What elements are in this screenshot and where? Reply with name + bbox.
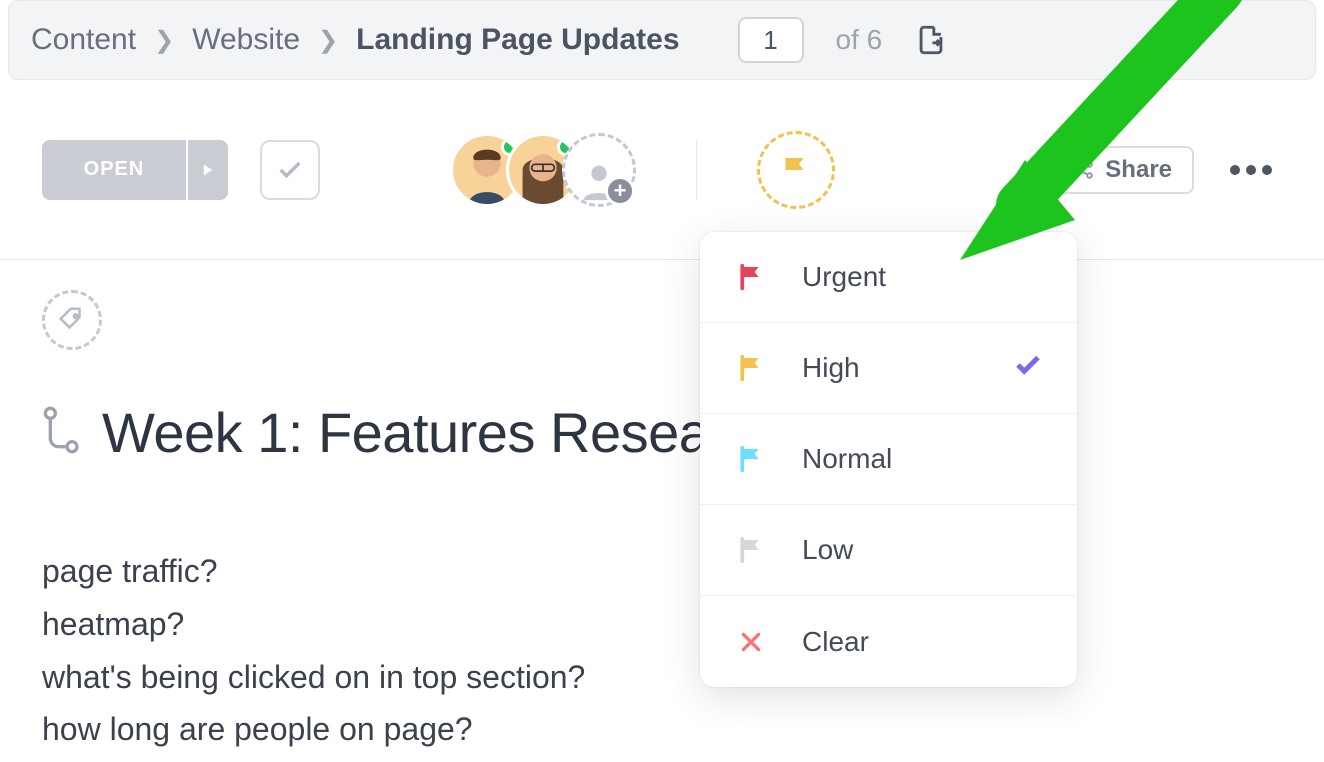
task-description[interactable]: page traffic? heatmap? what's being clic…: [42, 545, 1282, 756]
flag-icon: [734, 351, 768, 385]
flag-icon: [734, 442, 768, 476]
chevron-right-icon: ❯: [318, 26, 338, 55]
breadcrumb-item-1[interactable]: Website: [192, 23, 300, 57]
add-assignee-button[interactable]: +: [562, 133, 636, 207]
priority-option-label: Normal: [802, 443, 892, 475]
status-label: OPEN: [42, 140, 186, 200]
priority-option-high[interactable]: High: [700, 323, 1077, 414]
body-line: heatmap?: [42, 598, 1282, 651]
export-icon[interactable]: [914, 23, 948, 57]
chevron-right-icon: ❯: [154, 26, 174, 55]
priority-option-label: Clear: [802, 626, 869, 658]
status-dropdown-toggle[interactable]: [188, 140, 228, 200]
priority-option-label: Low: [802, 534, 853, 566]
priority-option-label: Urgent: [802, 261, 886, 293]
priority-option-normal[interactable]: Normal: [700, 414, 1077, 505]
priority-dropdown-menu: Urgent High Normal Low Clear: [700, 232, 1077, 687]
task-title[interactable]: Week 1: Features Resea: [102, 400, 709, 465]
body-line: what's being clicked on in top section?: [42, 651, 1282, 704]
priority-option-urgent[interactable]: Urgent: [700, 232, 1077, 323]
task-toolbar: OPEN + Share: [0, 80, 1324, 260]
breadcrumb: Content ❯ Website ❯ Landing Page Updates…: [8, 0, 1316, 80]
body-line: how long are people on page?: [42, 703, 1282, 756]
subtask-icon: [42, 405, 82, 460]
page-total-label: of 6: [836, 24, 883, 56]
mark-complete-button[interactable]: [260, 140, 320, 200]
plus-icon: +: [605, 176, 635, 206]
priority-option-low[interactable]: Low: [700, 505, 1077, 596]
assignee-avatars: +: [450, 133, 636, 207]
flag-icon: [734, 533, 768, 567]
body-line: page traffic?: [42, 545, 1282, 598]
divider: [696, 140, 697, 200]
priority-flag-button[interactable]: [757, 131, 835, 209]
more-menu-button[interactable]: [1230, 165, 1272, 175]
page-number-input[interactable]: [738, 17, 804, 63]
priority-option-label: High: [802, 352, 860, 384]
share-label: Share: [1105, 156, 1172, 184]
check-icon: [1013, 350, 1043, 387]
breadcrumb-item-2[interactable]: Landing Page Updates: [356, 23, 679, 57]
close-icon: [734, 625, 768, 659]
breadcrumb-item-0[interactable]: Content: [31, 23, 136, 57]
priority-option-clear[interactable]: Clear: [700, 596, 1077, 687]
share-button[interactable]: Share: [1051, 146, 1194, 194]
add-tag-button[interactable]: [42, 290, 102, 350]
task-content: Week 1: Features Resea page traffic? hea…: [0, 260, 1324, 762]
status-open-button[interactable]: OPEN: [42, 140, 228, 200]
flag-icon: [734, 260, 768, 294]
